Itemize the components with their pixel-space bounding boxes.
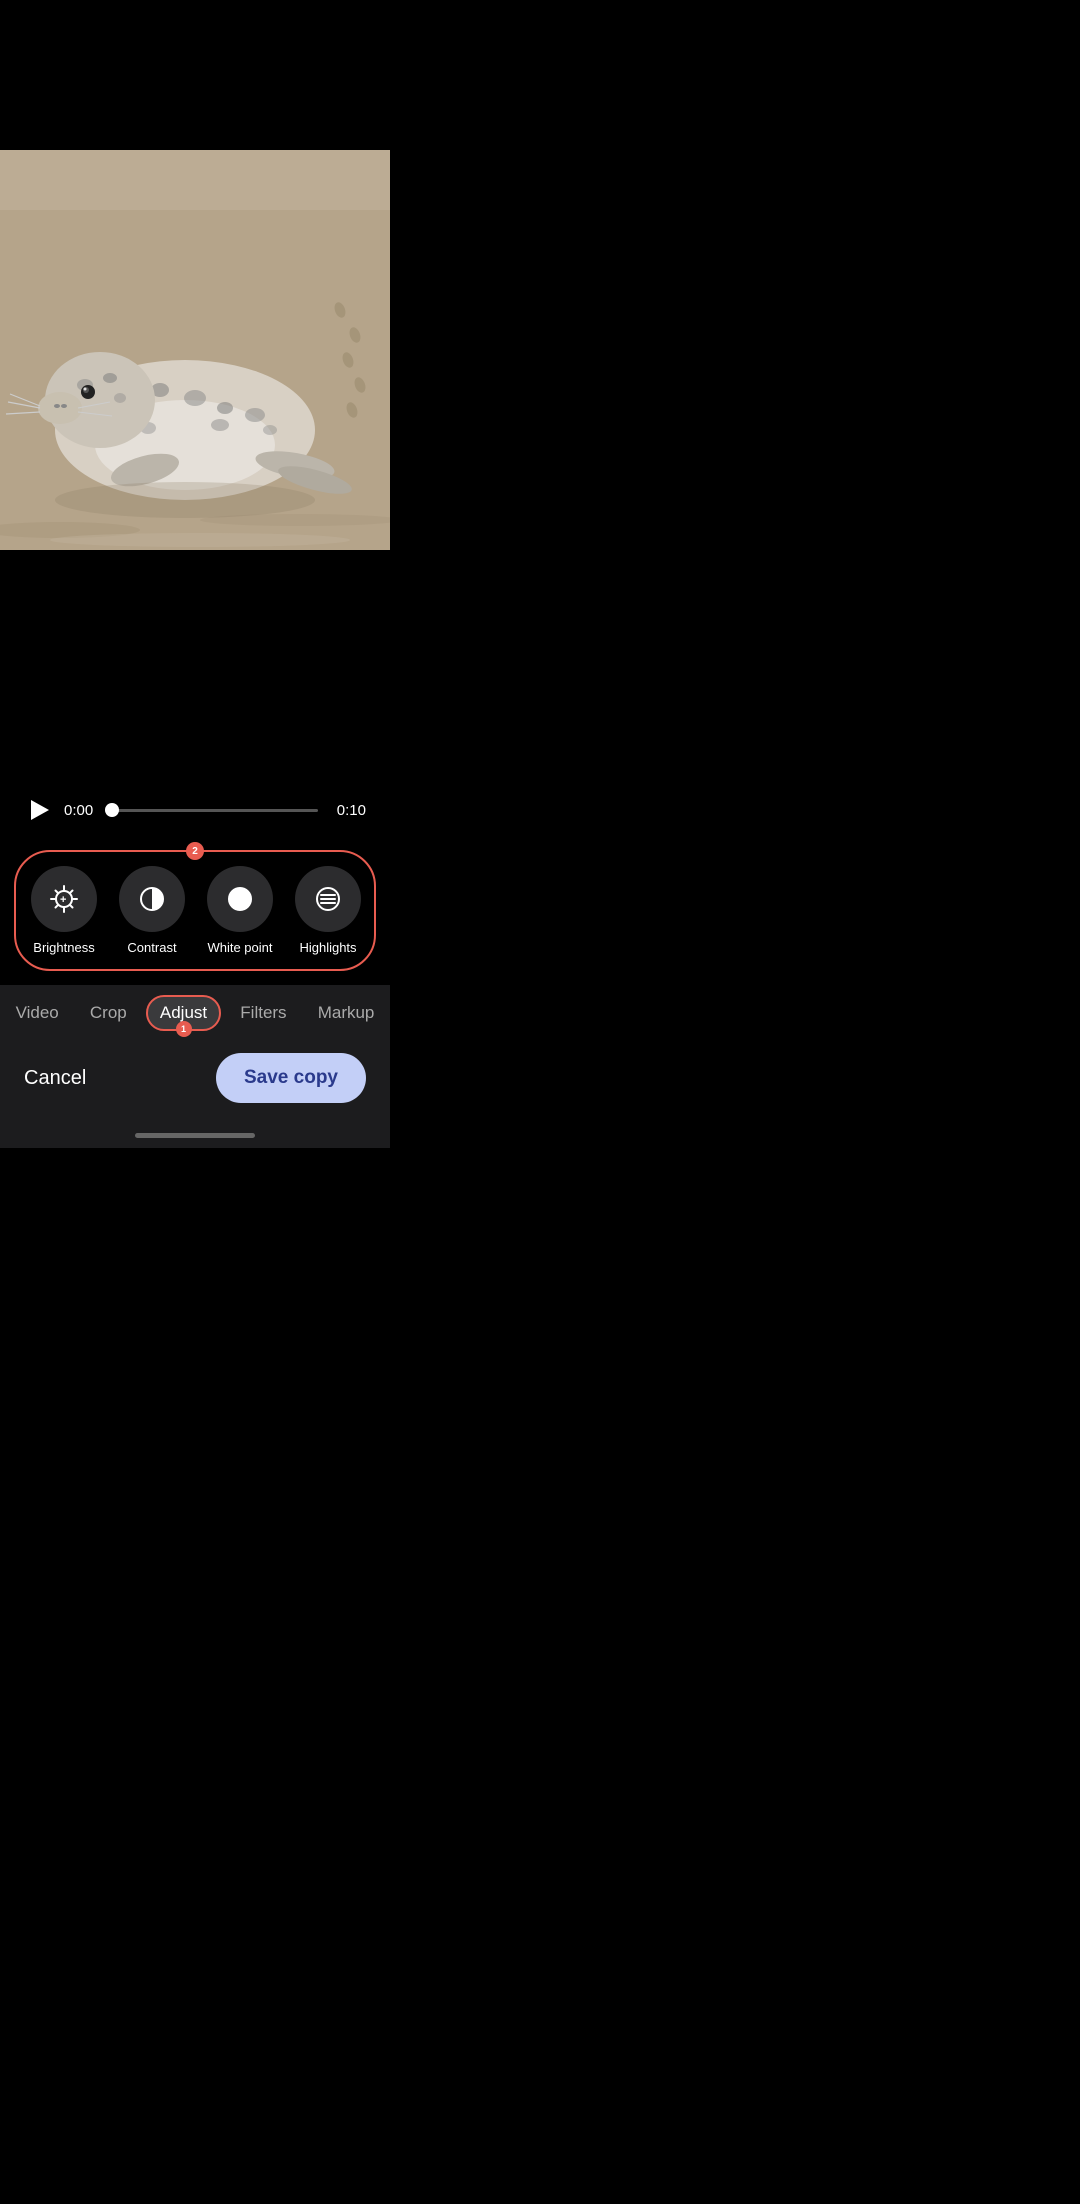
svg-text:+: + xyxy=(60,894,66,906)
bottom-tabs: Video Crop Adjust 1 Filters Markup xyxy=(0,985,390,1037)
home-indicator xyxy=(0,1127,390,1148)
time-current: 0:00 xyxy=(64,802,100,819)
seek-thumb[interactable] xyxy=(105,803,119,817)
seek-track xyxy=(112,809,318,812)
adjust-tools-wrapper: 2 + xyxy=(0,840,390,985)
time-total: 0:10 xyxy=(330,802,366,819)
tool-contrast-label: Contrast xyxy=(127,940,176,955)
adjust-tools-scroll[interactable]: + Brightness Contrast xyxy=(20,862,370,959)
video-controls: 0:00 0:10 xyxy=(0,780,390,840)
tab-crop-label: Crop xyxy=(90,1003,127,1023)
tool-white-point-circle xyxy=(207,866,273,932)
action-row: Cancel Save copy xyxy=(0,1037,390,1127)
tool-contrast-circle xyxy=(119,866,185,932)
cancel-button[interactable]: Cancel xyxy=(24,1067,86,1090)
tab-markup[interactable]: Markup xyxy=(306,997,387,1029)
tool-highlights-label: Highlights xyxy=(299,940,356,955)
top-black-area xyxy=(0,0,390,150)
white-point-icon xyxy=(223,882,257,916)
tab-adjust[interactable]: Adjust 1 xyxy=(146,995,221,1031)
tab-filters[interactable]: Filters xyxy=(228,997,298,1029)
photo-preview xyxy=(0,150,390,550)
tabs-row: Video Crop Adjust 1 Filters Markup xyxy=(0,995,390,1031)
tab-markup-label: Markup xyxy=(318,1003,375,1023)
tool-contrast[interactable]: Contrast xyxy=(108,862,196,959)
tool-white-point-label: White point xyxy=(207,940,272,955)
adjust-badge-count: 2 xyxy=(186,842,204,860)
save-copy-button[interactable]: Save copy xyxy=(216,1053,366,1103)
tool-brightness-circle: + xyxy=(31,866,97,932)
tool-highlights-circle xyxy=(295,866,361,932)
tool-highlights[interactable]: Highlights xyxy=(284,862,370,959)
home-bar xyxy=(135,1133,255,1138)
bottom-black-area xyxy=(0,550,390,780)
highlights-icon xyxy=(311,882,345,916)
contrast-icon xyxy=(135,882,169,916)
play-button[interactable] xyxy=(24,796,52,824)
tab-video[interactable]: Video xyxy=(4,997,71,1029)
tab-video-label: Video xyxy=(16,1003,59,1023)
tab-adjust-badge: 1 xyxy=(176,1021,192,1037)
seek-bar[interactable] xyxy=(112,808,318,812)
adjust-tools-border: 2 + xyxy=(14,850,376,971)
tab-adjust-label: Adjust xyxy=(160,1003,207,1023)
tool-brightness[interactable]: + Brightness xyxy=(20,862,108,959)
brightness-icon: + xyxy=(47,882,81,916)
tool-brightness-label: Brightness xyxy=(33,940,94,955)
tab-crop[interactable]: Crop xyxy=(78,997,139,1029)
tab-filters-label: Filters xyxy=(240,1003,286,1023)
tool-white-point[interactable]: White point xyxy=(196,862,284,959)
play-icon xyxy=(31,800,49,820)
